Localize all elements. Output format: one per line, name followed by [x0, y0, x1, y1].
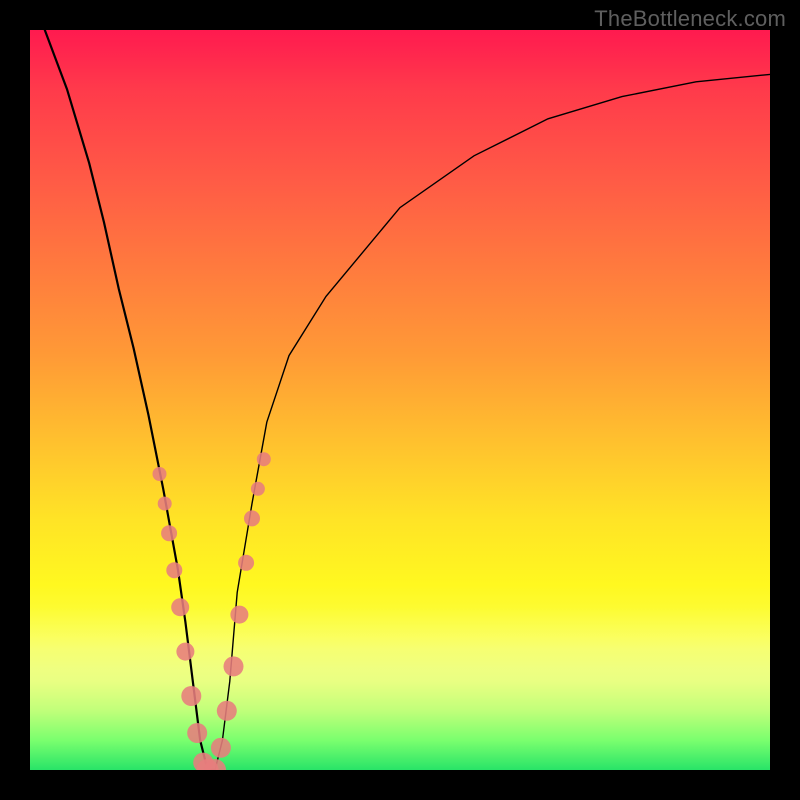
- highlight-point: [224, 656, 244, 676]
- highlight-point: [161, 525, 177, 541]
- highlight-point: [211, 738, 231, 758]
- highlight-point: [217, 701, 237, 721]
- highlight-point: [251, 482, 265, 496]
- curve-layer: [30, 30, 770, 770]
- highlight-point: [176, 643, 194, 661]
- highlight-point: [171, 598, 189, 616]
- highlight-point: [244, 510, 260, 526]
- highlight-point: [230, 606, 248, 624]
- highlight-point: [257, 452, 271, 466]
- plot-area: [30, 30, 770, 770]
- highlight-point: [187, 723, 207, 743]
- highlight-point: [181, 686, 201, 706]
- highlight-point: [166, 562, 182, 578]
- chart-frame: TheBottleneck.com: [0, 0, 800, 800]
- highlight-point: [238, 555, 254, 571]
- highlight-point: [158, 497, 172, 511]
- bottleneck-curve-right: [208, 74, 770, 770]
- highlight-point: [153, 467, 167, 481]
- watermark-text: TheBottleneck.com: [594, 6, 786, 32]
